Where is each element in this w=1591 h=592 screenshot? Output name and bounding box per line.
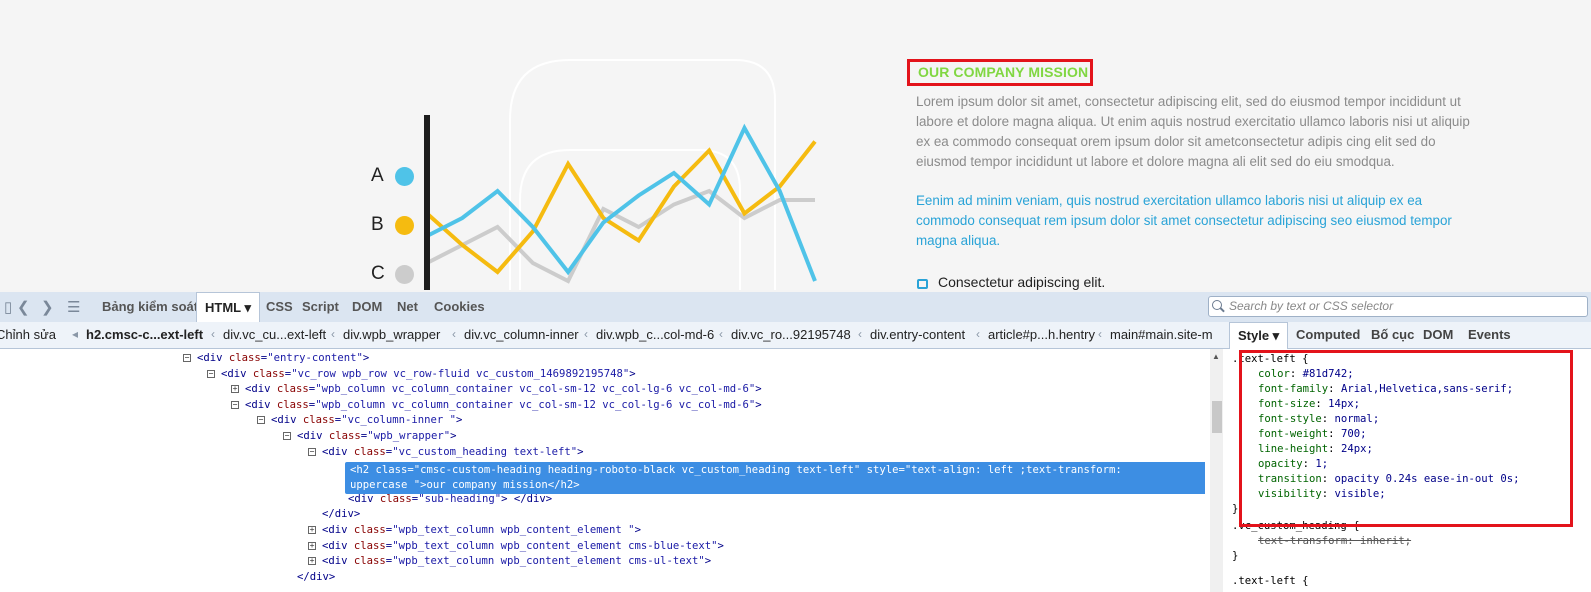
html-tree-node[interactable]: <div class="wpb_text_column wpb_content_… (322, 554, 711, 569)
html-tree-node[interactable]: <div class="wpb_text_column wpb_content_… (322, 523, 641, 538)
collapse-icon[interactable]: − (257, 416, 265, 424)
legend-label-b: B (371, 214, 384, 235)
html-tree-node[interactable]: <div class="vc_row wpb_row vc_row-fluid … (221, 367, 636, 382)
tab-html[interactable]: HTML ▾ (196, 292, 261, 323)
html-tree-node[interactable]: <div class="wpb_text_column wpb_content_… (322, 539, 724, 554)
blue-paragraph: Eenim ad minim veniam, quis nostrud exer… (916, 193, 1452, 248)
css-selector[interactable]: .text-left { (1232, 574, 1309, 589)
side-panel-tabs: Style ▾ Computed Bố cục DOM Events (1225, 322, 1591, 349)
tab-events[interactable]: Events (1468, 327, 1511, 342)
html-tree-node[interactable]: </div> (322, 507, 360, 522)
crumb-separator: ‹ (858, 327, 862, 341)
back-icon[interactable]: ❮ (17, 298, 30, 316)
chart-background-shape (519, 149, 741, 290)
legend-label-c: C (371, 263, 385, 284)
crumb-item[interactable]: div.wpb_c...col-md-6 (596, 327, 714, 342)
crumb-item[interactable]: div.wpb_wrapper (343, 327, 440, 342)
crumb-item[interactable]: div.vc_column-inner (464, 327, 579, 342)
collapse-icon[interactable]: − (183, 354, 191, 362)
intro-paragraph: Lorem ipsum dolor sit amet, consectetur … (916, 94, 1470, 169)
tab-dom[interactable]: DOM (352, 292, 382, 322)
selected-node[interactable]: <h2 class="cmsc-custom-heading heading-r… (345, 462, 1205, 494)
forward-icon[interactable]: ❯ (41, 298, 54, 316)
scroll-up-icon[interactable]: ▲ (1212, 352, 1220, 361)
bullet-item: Consectetur adipiscing elit. (938, 274, 1106, 290)
tab-cookies[interactable]: Cookies (434, 292, 485, 322)
crumb-item[interactable]: main#main.site-m (1110, 327, 1213, 342)
scroll-thumb[interactable] (1212, 401, 1222, 433)
css-rule-close[interactable]: } (1232, 502, 1238, 517)
console-toggle-icon[interactable]: ☰ (67, 298, 80, 316)
firebug-toolbar: ▯ ❮ ❯ ☰ Bảng kiểm soát HTML ▾ CSS Script… (0, 292, 1591, 323)
crumb-item[interactable]: div.vc_ro...92195748 (731, 327, 851, 342)
search-icon (1212, 300, 1222, 310)
tab-computed[interactable]: Computed (1296, 327, 1360, 342)
selected-node-line: uppercase ">our company mission</h2> (350, 479, 580, 491)
legend-label-a: A (371, 165, 384, 186)
search-input[interactable]: Search by text or CSS selector (1208, 296, 1588, 317)
legend-dot-a (395, 167, 414, 186)
crumb-separator: ‹ (211, 327, 215, 341)
crumb-item[interactable]: h2.cmsc-c...ext-left (86, 327, 203, 342)
y-axis (424, 115, 430, 290)
crumb-item[interactable]: article#p...h.hentry (988, 327, 1095, 342)
breadcrumb: Chỉnh sửa ◂ h2.cmsc-c...ext-left ‹ div.v… (0, 322, 1225, 349)
expand-icon[interactable]: + (231, 385, 239, 393)
tab-script[interactable]: Script (302, 292, 339, 322)
html-tree-node[interactable]: <div class="sub-heading"> </div> (348, 492, 552, 507)
html-tree-node[interactable]: <div class="wpb_column vc_column_contain… (245, 398, 762, 413)
crumb-separator: ‹ (976, 327, 980, 341)
crumb-separator: ‹ (1098, 327, 1102, 341)
crumb-separator: ‹ (331, 327, 335, 341)
legend-dot-b (395, 216, 414, 235)
collapse-icon[interactable]: − (283, 432, 291, 440)
legend-dot-c (395, 265, 414, 284)
mission-heading[interactable]: our company mission (907, 59, 1093, 86)
website-preview: A B C our company mission Lorem ipsum do… (0, 0, 1591, 290)
tab-side-dom[interactable]: DOM (1423, 327, 1453, 342)
tab-net[interactable]: Net (397, 292, 418, 322)
tab-css[interactable]: CSS (266, 292, 293, 322)
bullet-icon (917, 279, 928, 289)
html-tree-node[interactable]: <div class="wpb_column vc_column_contain… (245, 382, 762, 397)
html-tree-node[interactable]: </div> (297, 570, 335, 585)
tab-style[interactable]: Style ▾ (1229, 322, 1289, 349)
expand-icon[interactable]: + (308, 526, 316, 534)
highlighted-rule-box (1239, 350, 1573, 527)
inspect-icon[interactable]: ▯ (4, 298, 12, 316)
html-tree-node[interactable]: <div class="vc_column-inner "> (271, 413, 462, 428)
collapse-icon[interactable]: − (231, 401, 239, 409)
css-property-overridden[interactable]: text-transform: inherit; (1258, 534, 1411, 549)
firebug-panel: ▯ ❮ ❯ ☰ Bảng kiểm soát HTML ▾ CSS Script… (0, 292, 1591, 592)
collapse-icon[interactable]: − (207, 370, 215, 378)
html-tree-node[interactable]: <div class="entry-content"> (197, 351, 369, 366)
html-tree-node[interactable]: <div class="vc_custom_heading text-left"… (322, 445, 584, 460)
edit-button[interactable]: Chỉnh sửa (0, 327, 56, 342)
crumb-separator: ‹ (584, 327, 588, 341)
scrollbar[interactable] (1210, 349, 1223, 592)
chart-background-shape (509, 59, 776, 290)
collapse-icon[interactable]: − (308, 448, 316, 456)
expand-icon[interactable]: + (308, 557, 316, 565)
html-tree: − <div class="entry-content"> − <div class=… (0, 349, 1205, 592)
line-chart (424, 59, 817, 290)
crumb-item[interactable]: div.vc_cu...ext-left (223, 327, 326, 342)
tab-layout[interactable]: Bố cục (1371, 327, 1414, 342)
crumb-separator: ‹ (452, 327, 456, 341)
css-rule-close[interactable]: } (1232, 549, 1238, 564)
html-tree-node[interactable]: <div class="wpb_wrapper"> (297, 429, 457, 444)
crumb-separator: ‹ (719, 327, 723, 341)
crumb-item[interactable]: div.entry-content (870, 327, 965, 342)
selected-node-line: <h2 class="cmsc-custom-heading heading-r… (350, 464, 1122, 476)
tab-console[interactable]: Bảng kiểm soát (102, 292, 198, 322)
crumb-arrow-icon[interactable]: ◂ (72, 327, 78, 341)
expand-icon[interactable]: + (308, 542, 316, 550)
